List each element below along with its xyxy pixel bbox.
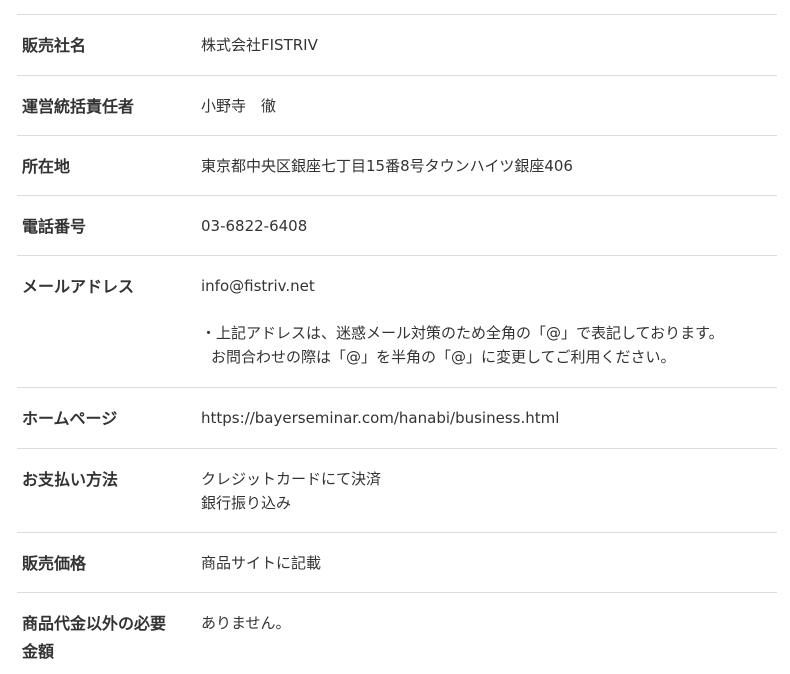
additional-costs-text: ありません。 — [201, 614, 291, 632]
row-label: ホームページ — [22, 409, 118, 428]
business-info-table: 販売社名 株式会社FISTRIV 運営統括責任者 小野寺 徹 所在地 東京都中央… — [17, 14, 777, 669]
row-value: クレジットカードにて決済 銀行振り込み — [201, 466, 777, 532]
email-note: ・上記アドレスは、迷惑メール対策のため全角の「@」で表記しております。 お問合わ… — [201, 321, 777, 369]
manager-name-text: 小野寺 徹 — [201, 97, 277, 115]
row-additional-costs: 商品代金以外の必要金額 ありません。 — [17, 593, 777, 669]
row-label: 商品代金以外の必要金額 — [22, 614, 167, 661]
row-label: 所在地 — [22, 157, 71, 176]
row-label: 販売価格 — [22, 554, 87, 573]
row-address: 所在地 東京都中央区銀座七丁目15番8号タウンハイツ銀座406 — [17, 136, 777, 196]
row-operations-manager: 運営統括責任者 小野寺 徹 — [17, 76, 777, 136]
row-value: info@fistriv.net ・上記アドレスは、迷惑メール対策のため全角の「… — [201, 273, 777, 387]
seller-name-text: 株式会社FISTRIV — [201, 36, 318, 54]
row-label: メールアドレス — [22, 277, 135, 296]
row-label: 販売社名 — [22, 36, 87, 55]
row-label: 運営統括責任者 — [22, 97, 135, 116]
email-note-line: ・上記アドレスは、迷惑メール対策のため全角の「@」で表記しております。 — [201, 324, 724, 342]
row-label: 電話番号 — [22, 217, 87, 236]
email-text: info@fistriv.net — [201, 277, 315, 295]
row-value: 株式会社FISTRIV — [201, 32, 777, 75]
row-value: https://bayerseminar.com/hanabi/business… — [201, 405, 777, 448]
email-note-line: お問合わせの際は「@」を半角の「@」に変更してご利用ください。 — [211, 348, 676, 366]
row-phone: 電話番号 03-6822-6408 — [17, 196, 777, 256]
homepage-url-text: https://bayerseminar.com/hanabi/business… — [201, 409, 560, 427]
row-value: 小野寺 徹 — [201, 93, 777, 135]
payment-method-line: クレジットカードにて決済 — [201, 470, 382, 488]
row-value: 商品サイトに記載 — [201, 550, 777, 592]
row-value: ありません。 — [201, 610, 777, 669]
row-price: 販売価格 商品サイトに記載 — [17, 533, 777, 593]
row-value: 東京都中央区銀座七丁目15番8号タウンハイツ銀座406 — [201, 153, 777, 195]
payment-method-line: 銀行振り込み — [201, 494, 292, 512]
row-homepage: ホームページ https://bayerseminar.com/hanabi/b… — [17, 388, 777, 449]
row-seller-name: 販売社名 株式会社FISTRIV — [17, 15, 777, 76]
row-value: 03-6822-6408 — [201, 213, 777, 255]
row-email: メールアドレス info@fistriv.net ・上記アドレスは、迷惑メール対… — [17, 256, 777, 388]
row-label: お支払い方法 — [22, 470, 119, 489]
address-text: 東京都中央区銀座七丁目15番8号タウンハイツ銀座406 — [201, 157, 573, 175]
row-payment-method: お支払い方法 クレジットカードにて決済 銀行振り込み — [17, 449, 777, 533]
price-text: 商品サイトに記載 — [201, 554, 322, 572]
phone-text: 03-6822-6408 — [201, 217, 308, 235]
